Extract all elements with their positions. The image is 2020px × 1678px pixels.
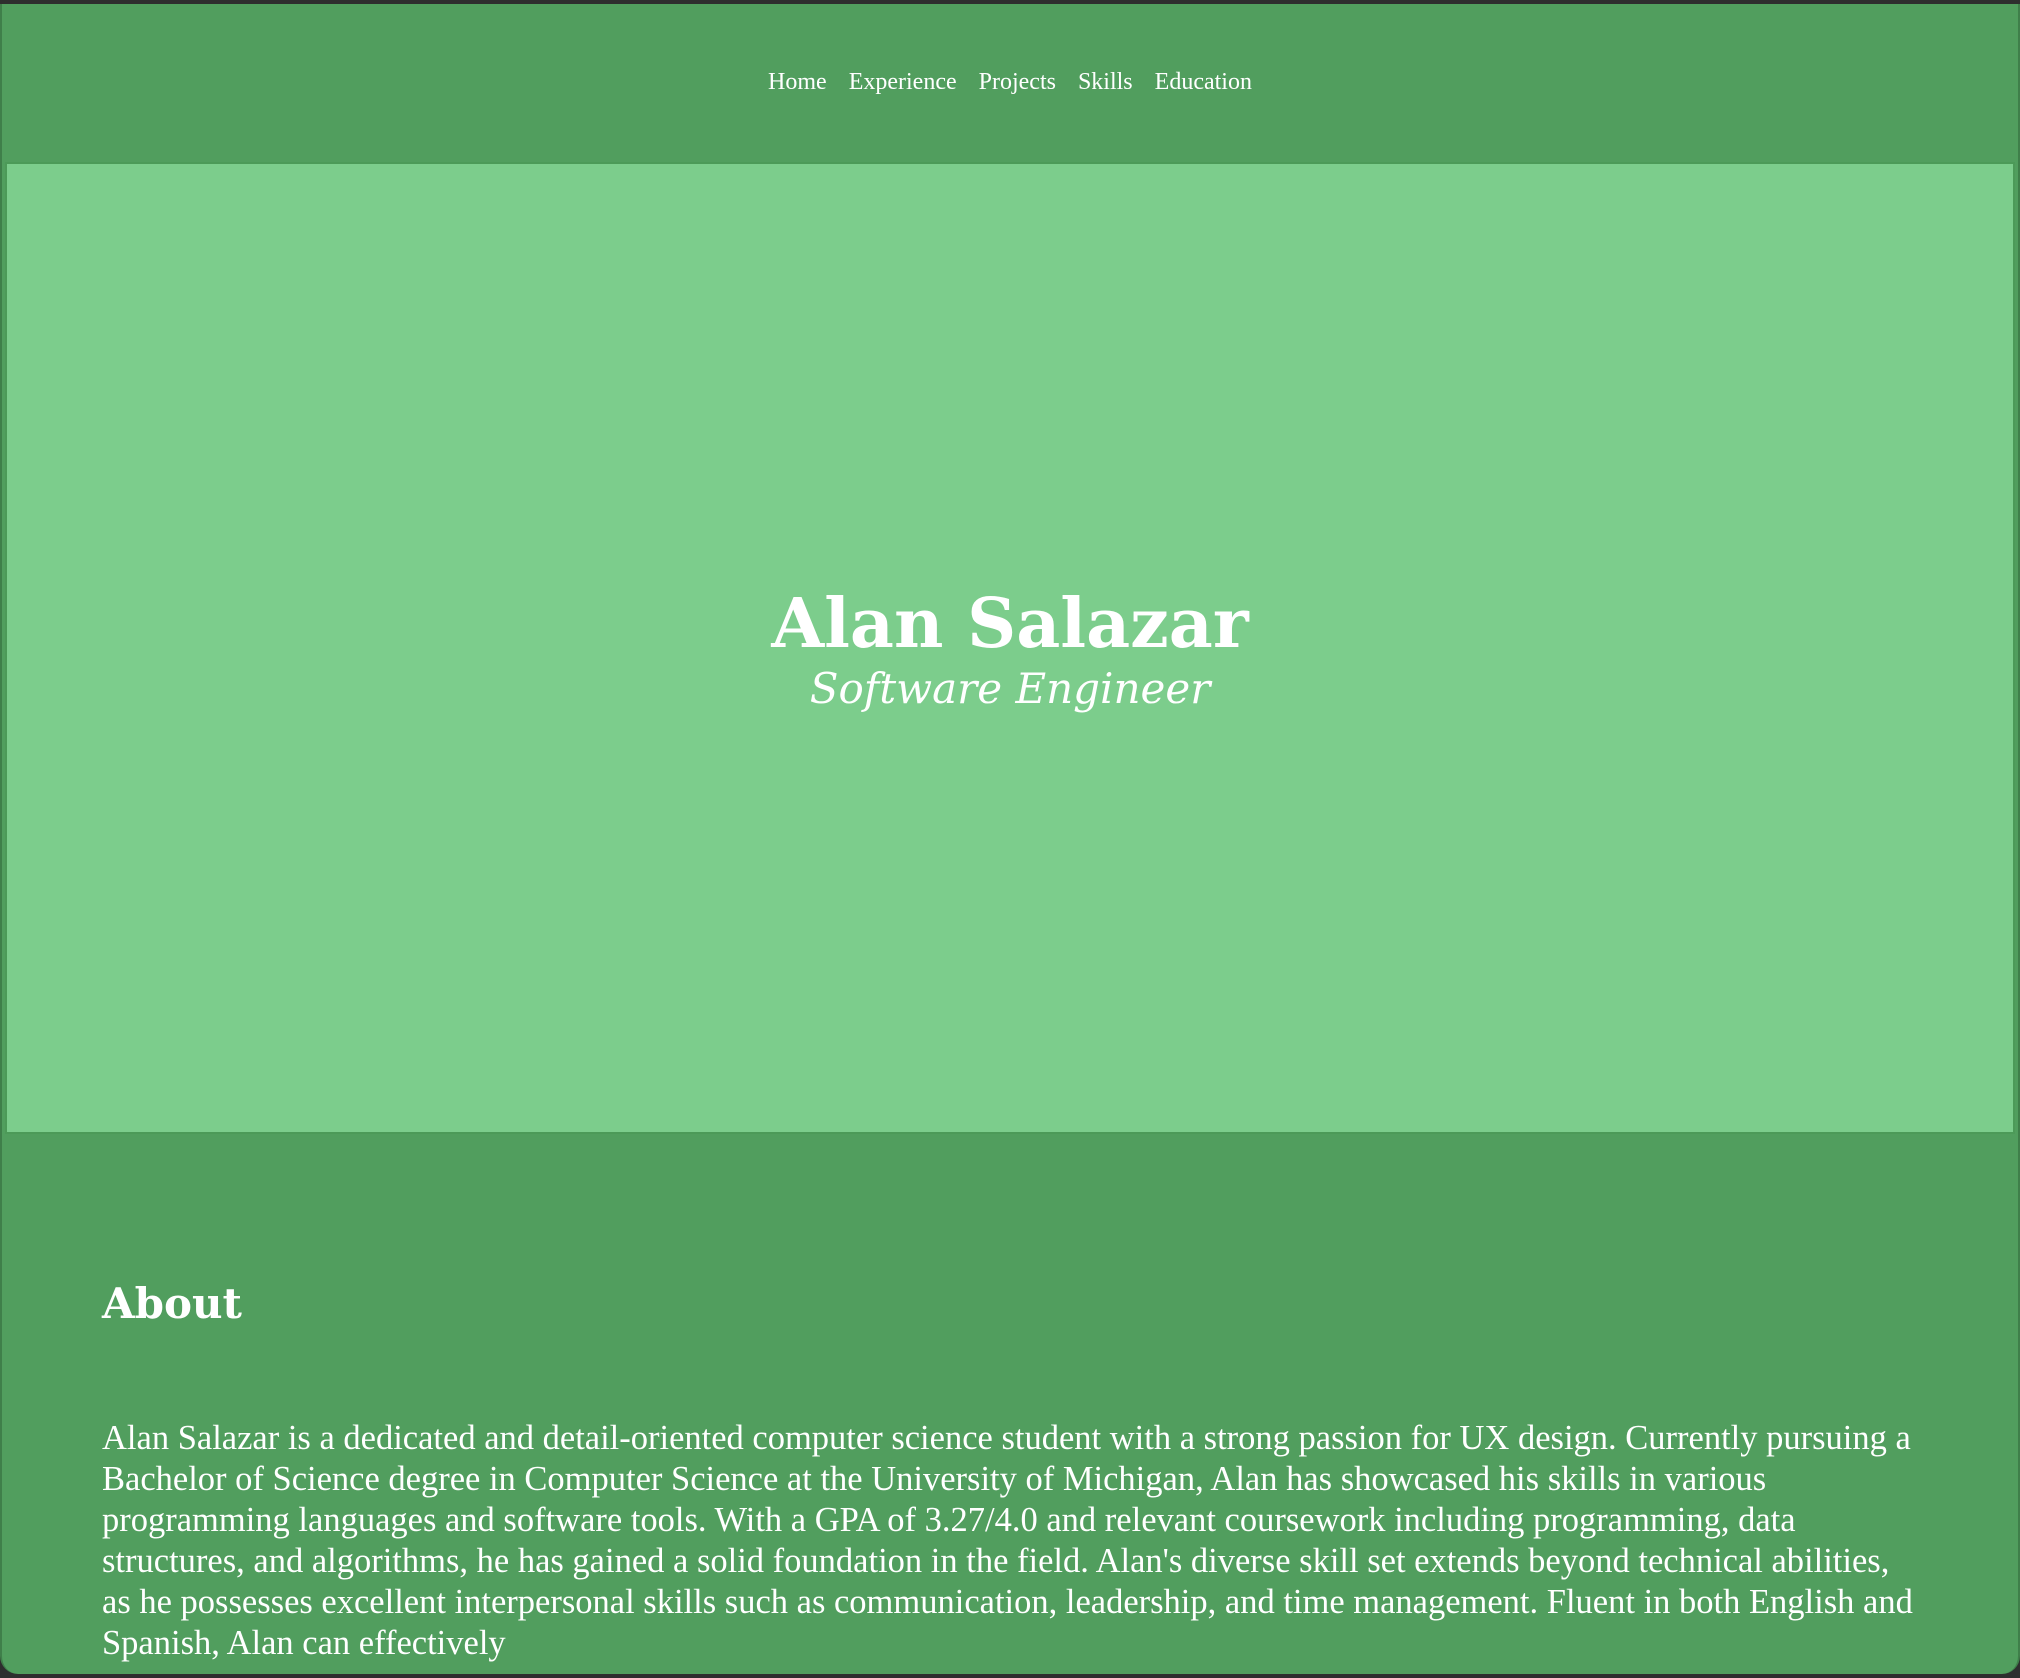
- nav-item-education[interactable]: Education: [1155, 68, 1252, 96]
- nav-item-home[interactable]: Home: [768, 68, 827, 96]
- nav-item-skills[interactable]: Skills: [1078, 68, 1133, 96]
- about-paragraph: Alan Salazar is a dedicated and detail-o…: [102, 1419, 1913, 1662]
- nav-item-experience[interactable]: Experience: [849, 68, 957, 96]
- nav-item-projects[interactable]: Projects: [979, 68, 1056, 96]
- top-navigation: Home Experience Projects Skills Educatio…: [2, 4, 2018, 160]
- hero-role: Software Engineer: [809, 664, 1211, 713]
- about-section: About Alan Salazar is a dedicated and de…: [102, 1274, 1922, 1664]
- browser-viewport: Home Experience Projects Skills Educatio…: [0, 4, 2020, 1674]
- hero-name: Alan Salazar: [771, 584, 1249, 664]
- nav-list: Home Experience Projects Skills Educatio…: [768, 68, 1252, 96]
- about-title: About: [102, 1279, 242, 1328]
- hero-banner: Alan Salazar Software Engineer: [5, 162, 2015, 1134]
